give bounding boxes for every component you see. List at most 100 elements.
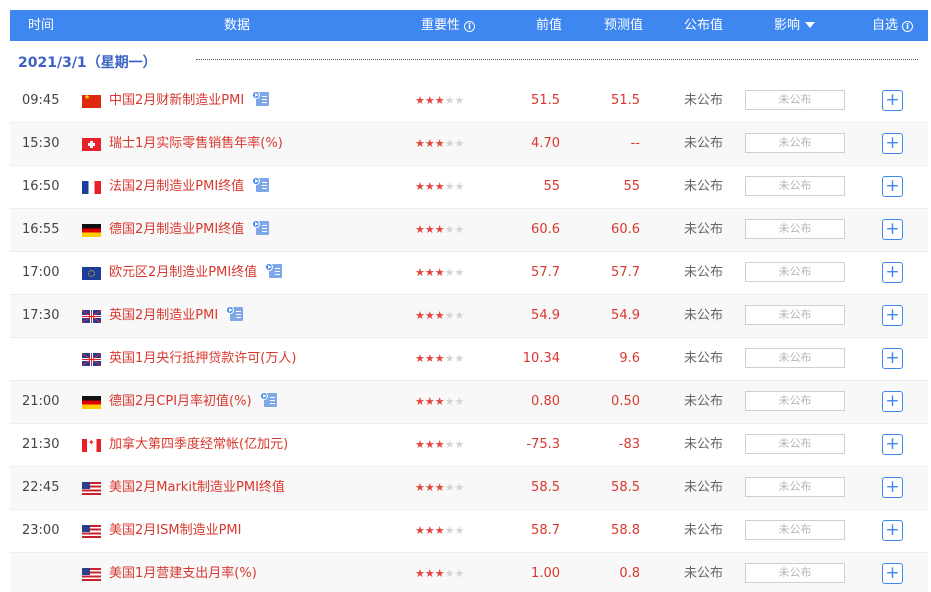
caret-down-icon[interactable] [805, 22, 816, 28]
forecast-value: -83 [618, 437, 640, 452]
importance-stars: ★★★★★ [415, 467, 464, 509]
star-icon: ★ [415, 524, 425, 537]
add-to-watchlist-button[interactable]: + [882, 133, 903, 154]
event-name-link[interactable]: 瑞士1月实际零售销售年率(%) [109, 123, 283, 165]
header-impact[interactable]: 影响 [774, 10, 816, 41]
event-name-link[interactable]: 加拿大第四季度经常帐(亿加元) [109, 424, 288, 466]
star-icon: ★ [434, 266, 445, 279]
table-row: 23:00 美国2月ISM制造业PMI ★★★★★ 58.7 58.8 未公布 未公布 + [10, 510, 928, 553]
add-to-watchlist-button[interactable]: + [882, 90, 903, 111]
actual-value: 未公布 [684, 136, 724, 151]
add-to-watchlist-button[interactable]: + [882, 305, 903, 326]
star-icon: ★ [424, 137, 435, 150]
actual-value: 未公布 [684, 394, 724, 409]
flag-eu-icon [82, 267, 101, 280]
star-icon: ★ [434, 481, 445, 494]
previous-value: 1.00 [531, 566, 560, 581]
table-row: 22:45 美国2月Markit制造业PMI终值 ★★★★★ 58.5 58.5 未公布未… [10, 467, 928, 510]
star-icon: ★ [434, 309, 445, 322]
star-icon: ★ [444, 567, 455, 580]
video-report-icon[interactable] [259, 392, 278, 407]
event-name-link[interactable]: 德国2月制造业PMI终值 [109, 209, 270, 251]
star-icon: ★ [434, 94, 445, 107]
table-row: 16:50 法国2月制造业PMI终值 ★★★★★ 55 55 未公布 未公布 + [10, 166, 928, 209]
add-to-watchlist-button[interactable]: + [882, 348, 903, 369]
event-name-link[interactable]: 美国2月ISM制造业PMI [109, 510, 241, 552]
actual-value: 未公布 [684, 480, 724, 495]
actual-value: 未公布 [684, 351, 724, 366]
add-to-watchlist-button[interactable]: + [882, 477, 903, 498]
forecast-value: 54.9 [611, 308, 640, 323]
video-report-icon[interactable] [252, 91, 270, 106]
star-icon: ★ [454, 180, 465, 193]
star-icon: ★ [454, 567, 465, 580]
video-report-icon[interactable] [252, 177, 270, 192]
star-icon: ★ [415, 137, 425, 150]
header-time: 时间 [28, 18, 55, 33]
forecast-value: 51.5 [611, 93, 640, 108]
star-icon: ★ [454, 481, 465, 494]
star-icon: ★ [415, 180, 425, 193]
importance-stars: ★★★★★ [415, 209, 464, 251]
add-to-watchlist-button[interactable]: + [882, 434, 903, 455]
previous-value: 55 [543, 179, 560, 194]
add-to-watchlist-button[interactable]: + [882, 219, 903, 240]
star-icon: ★ [434, 438, 445, 451]
header-importance-label: 重要性 [421, 18, 461, 33]
flag-cn-icon [82, 95, 101, 108]
event-name-link[interactable]: 英国2月制造业PMI [109, 295, 244, 337]
event-name: 加拿大第四季度经常帐(亿加元) [109, 437, 289, 452]
star-icon: ★ [454, 137, 465, 150]
forecast-value: 58.8 [611, 523, 640, 538]
header-watchlist-label: 自选 [872, 18, 899, 33]
actual-value: 未公布 [684, 523, 724, 538]
star-icon: ★ [444, 137, 455, 150]
flag-us-icon [82, 525, 101, 538]
table-row: 17:30 英国2月制造业PMI ★★★★★ 54.9 54.9 未公布 未公布 + [10, 295, 928, 338]
event-time: 23:00 [22, 523, 60, 538]
previous-value: -75.3 [526, 437, 560, 452]
header-importance[interactable]: 重要性 i [421, 10, 476, 41]
star-icon: ★ [415, 266, 425, 279]
event-name-link[interactable]: 美国2月Markit制造业PMI终值 [109, 467, 285, 509]
info-icon[interactable]: i [902, 21, 914, 32]
video-report-icon[interactable] [265, 263, 283, 278]
add-to-watchlist-button[interactable]: + [882, 520, 903, 541]
add-to-watchlist-button[interactable]: + [882, 176, 903, 197]
event-name-link[interactable]: 美国1月营建支出月率(%) [109, 553, 257, 592]
video-report-icon[interactable] [252, 220, 270, 235]
event-name-link[interactable]: 法国2月制造业PMI终值 [109, 166, 270, 208]
header-watchlist[interactable]: 自选 i [872, 10, 914, 41]
event-time: 17:00 [22, 265, 60, 280]
event-name-link[interactable]: 英国1月央行抵押贷款许可(万人) [109, 338, 296, 380]
event-name-link[interactable]: 中国2月财新制造业PMI [109, 80, 270, 122]
previous-value: 57.7 [531, 265, 560, 280]
event-name-link[interactable]: 欧元区2月制造业PMI终值 [109, 252, 283, 294]
event-name: 德国2月CPI月率初值(%) [109, 394, 252, 409]
header-data: 数据 [224, 18, 251, 33]
flag-us-icon [82, 568, 101, 581]
flag-ca-icon [82, 439, 101, 452]
star-icon: ★ [434, 524, 445, 537]
star-icon: ★ [454, 352, 465, 365]
table-row: 21:00 德国2月CPI月率初值(%) ★★★★★ 0.80 0.50 未公布 未公布 + [10, 381, 928, 424]
add-to-watchlist-button[interactable]: + [882, 563, 903, 584]
add-to-watchlist-button[interactable]: + [882, 262, 903, 283]
event-time: 17:30 [22, 308, 60, 323]
header-impact-label: 影响 [774, 18, 801, 33]
event-name-link[interactable]: 德国2月CPI月率初值(%) [109, 381, 278, 423]
star-icon: ★ [434, 137, 445, 150]
actual-value: 未公布 [684, 566, 724, 581]
event-name: 美国1月营建支出月率(%) [109, 566, 257, 581]
video-report-icon[interactable] [226, 306, 244, 321]
table-row: 21:30加拿大第四季度经常帐(亿加元)★★★★★-75.3-83未公布未公布+ [10, 424, 928, 467]
add-to-watchlist-button[interactable]: + [882, 391, 903, 412]
star-icon: ★ [415, 438, 425, 451]
importance-stars: ★★★★★ [415, 424, 464, 466]
event-name: 中国2月财新制造业PMI [109, 93, 245, 108]
info-icon[interactable]: i [464, 21, 476, 32]
table-row: 17:00 欧元区2月制造业PMI终值 ★★★★★ 57.7 57.7 未公布 未公布 + [10, 252, 928, 295]
forecast-value: 57.7 [611, 265, 640, 280]
previous-value: 60.6 [531, 222, 560, 237]
star-icon: ★ [434, 180, 445, 193]
